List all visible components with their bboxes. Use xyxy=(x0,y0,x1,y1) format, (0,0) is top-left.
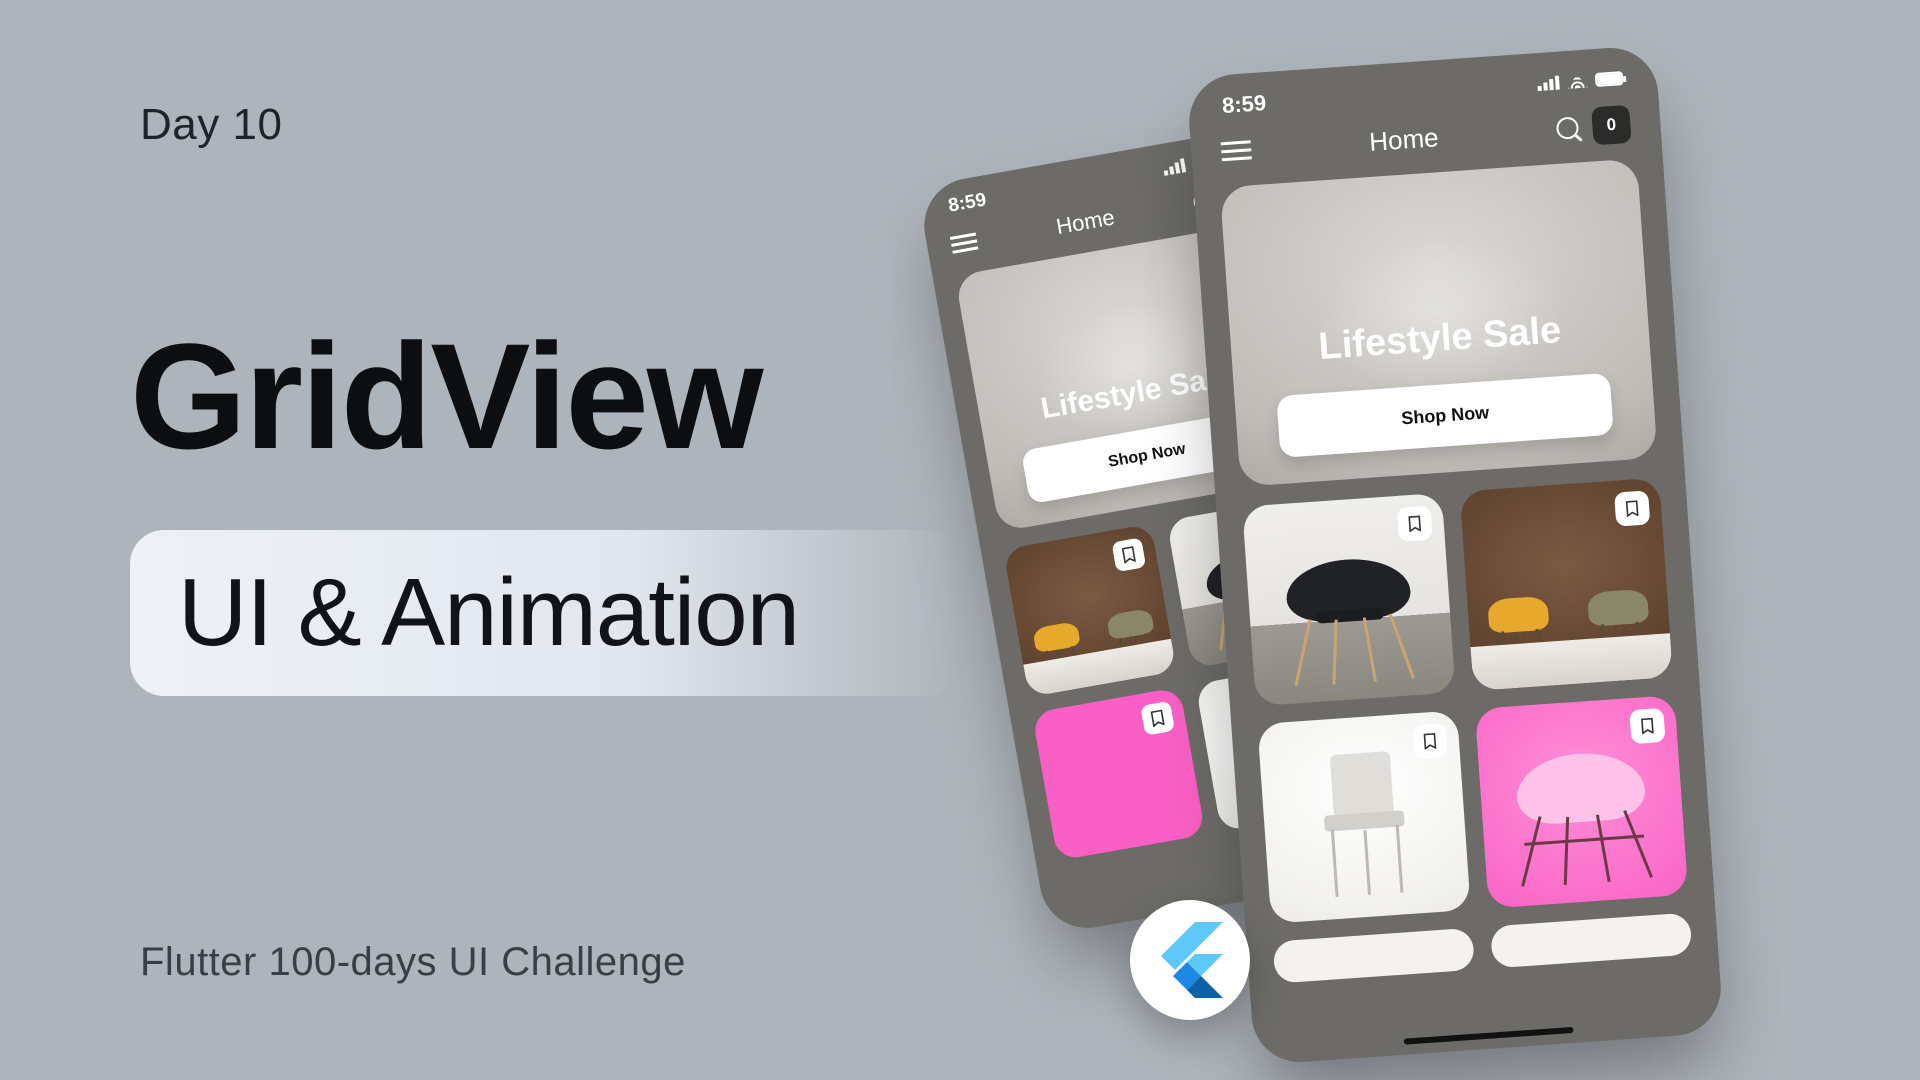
screen-title: Home xyxy=(1054,204,1116,240)
bookmark-icon[interactable] xyxy=(1140,701,1175,736)
flutter-icon xyxy=(1157,922,1223,998)
menu-icon[interactable] xyxy=(950,233,979,255)
flutter-logo-badge xyxy=(1130,900,1250,1020)
grid-item[interactable] xyxy=(1460,478,1673,691)
footer-caption: Flutter 100-days UI Challenge xyxy=(140,940,686,985)
grid-item[interactable] xyxy=(1257,710,1470,923)
cellular-icon xyxy=(1162,158,1186,176)
wifi-icon xyxy=(1567,74,1588,89)
cellular-icon xyxy=(1537,76,1560,92)
hero-card[interactable]: Lifestyle Sale Shop Now xyxy=(1220,158,1658,486)
hero-title: Lifestyle Sale xyxy=(1230,303,1650,375)
grid-item[interactable] xyxy=(1475,695,1688,908)
phone-mock-front: 8:59 Home 0 Lifestyle Sale Shop Now xyxy=(1186,45,1724,1065)
menu-icon[interactable] xyxy=(1221,140,1252,162)
grid-item-peek[interactable] xyxy=(1490,913,1692,969)
grid-item[interactable] xyxy=(1242,493,1455,706)
bookmark-icon[interactable] xyxy=(1111,537,1146,572)
grid-item[interactable] xyxy=(1032,687,1206,861)
bookmark-icon[interactable] xyxy=(1397,506,1433,542)
bookmark-icon[interactable] xyxy=(1412,723,1448,759)
shop-now-button[interactable]: Shop Now xyxy=(1276,373,1614,458)
product-grid xyxy=(1215,456,1719,986)
search-icon[interactable] xyxy=(1556,116,1579,139)
grid-item-peek[interactable] xyxy=(1273,928,1475,984)
grid-item[interactable] xyxy=(1003,524,1177,698)
battery-icon xyxy=(1595,71,1624,87)
home-indicator xyxy=(1404,1027,1574,1045)
screen-title: Home xyxy=(1368,122,1439,158)
subtitle-pill: UI & Animation xyxy=(130,530,959,696)
eyebrow-day: Day 10 xyxy=(140,100,282,150)
bookmark-icon[interactable] xyxy=(1614,490,1650,526)
cart-badge[interactable]: 0 xyxy=(1591,105,1632,146)
status-time: 8:59 xyxy=(1221,90,1267,119)
status-time: 8:59 xyxy=(947,189,988,217)
headline-title: GridView xyxy=(130,310,761,483)
status-icons xyxy=(1537,71,1624,91)
bookmark-icon[interactable] xyxy=(1629,708,1665,744)
